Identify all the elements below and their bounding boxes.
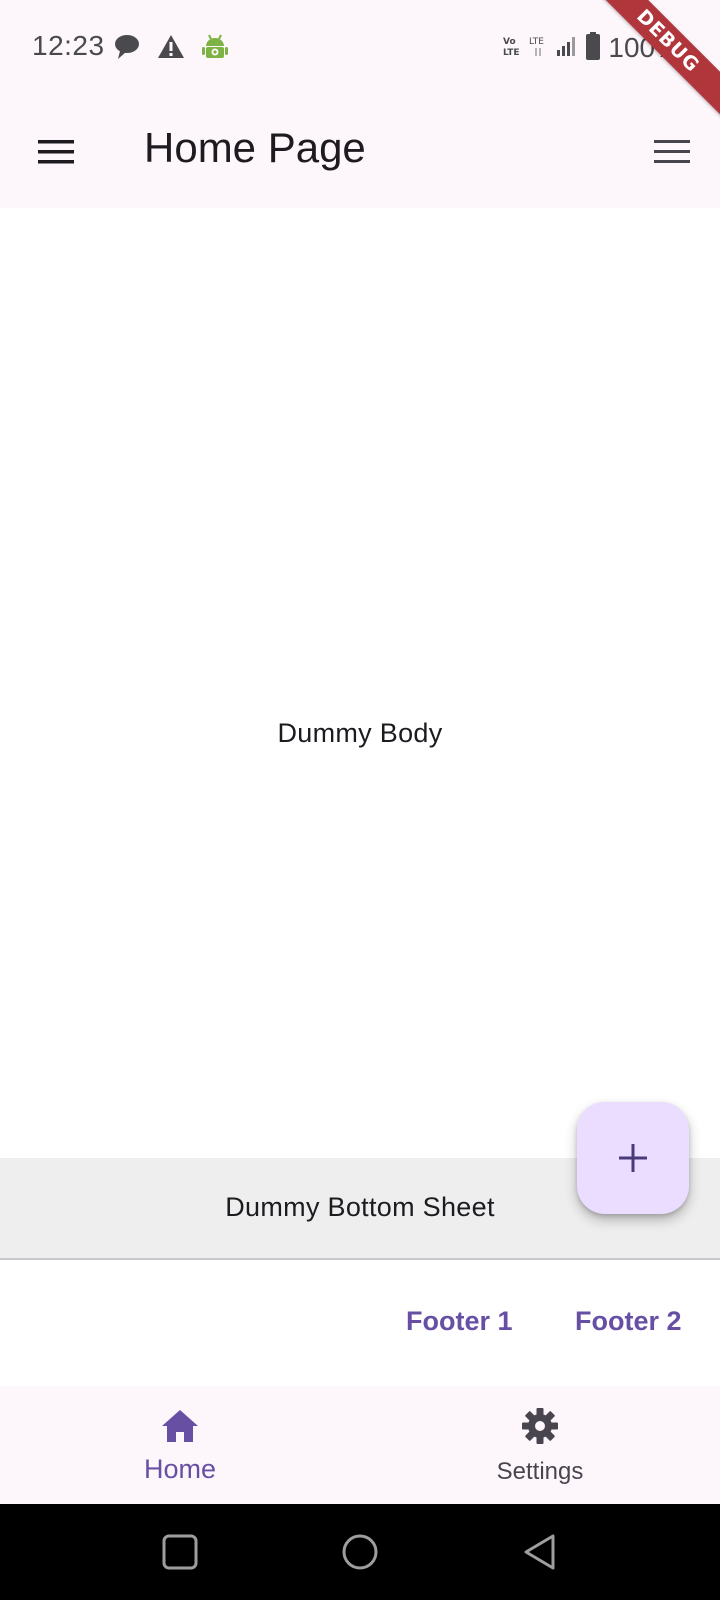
footer-2-button[interactable]: Footer 2 bbox=[575, 1306, 682, 1337]
end-drawer-menu-icon[interactable] bbox=[652, 136, 692, 168]
svg-text:LTE: LTE bbox=[503, 48, 520, 58]
chat-bubble-icon bbox=[112, 32, 142, 62]
screen: 12:23 Vo LTE LTE 100% DEBUG Home Page Du… bbox=[0, 0, 720, 1600]
home-icon bbox=[160, 1406, 200, 1446]
body-text: Dummy Body bbox=[277, 718, 443, 748]
nav-label-settings: Settings bbox=[496, 1458, 584, 1485]
settings-gear-icon bbox=[520, 1406, 560, 1446]
add-fab-button[interactable] bbox=[577, 1102, 689, 1214]
bottom-navigation-bar: Home Settings bbox=[0, 1386, 720, 1504]
nav-label-home: Home bbox=[143, 1454, 217, 1484]
body-area: Dummy Body bbox=[0, 208, 720, 1158]
system-navigation-bar bbox=[0, 1504, 720, 1600]
svg-text:LTE: LTE bbox=[529, 37, 544, 47]
signal-icon bbox=[556, 34, 578, 63]
recents-icon[interactable] bbox=[160, 1532, 200, 1572]
app-bar: Home Page bbox=[0, 96, 720, 208]
plus-icon bbox=[619, 1144, 647, 1172]
android-debug-icon bbox=[200, 32, 230, 62]
home-circle-icon[interactable] bbox=[340, 1532, 380, 1572]
svg-text:Vo: Vo bbox=[503, 37, 516, 47]
volte-icon: Vo LTE bbox=[502, 34, 522, 63]
nav-item-home[interactable]: Home bbox=[0, 1386, 360, 1504]
persistent-footer: Footer 1 Footer 2 bbox=[0, 1260, 720, 1386]
nav-item-settings[interactable]: Settings bbox=[360, 1386, 720, 1504]
page-title: Home Page bbox=[144, 124, 366, 171]
warning-icon bbox=[156, 32, 186, 62]
back-icon[interactable] bbox=[520, 1532, 560, 1572]
status-bar: 12:23 Vo LTE LTE 100% bbox=[0, 0, 720, 96]
menu-icon[interactable] bbox=[36, 136, 76, 168]
status-time: 12:23 bbox=[32, 30, 105, 61]
footer-1-button[interactable]: Footer 1 bbox=[406, 1306, 513, 1337]
battery-icon bbox=[584, 31, 602, 66]
lte-icon: LTE bbox=[528, 34, 550, 63]
